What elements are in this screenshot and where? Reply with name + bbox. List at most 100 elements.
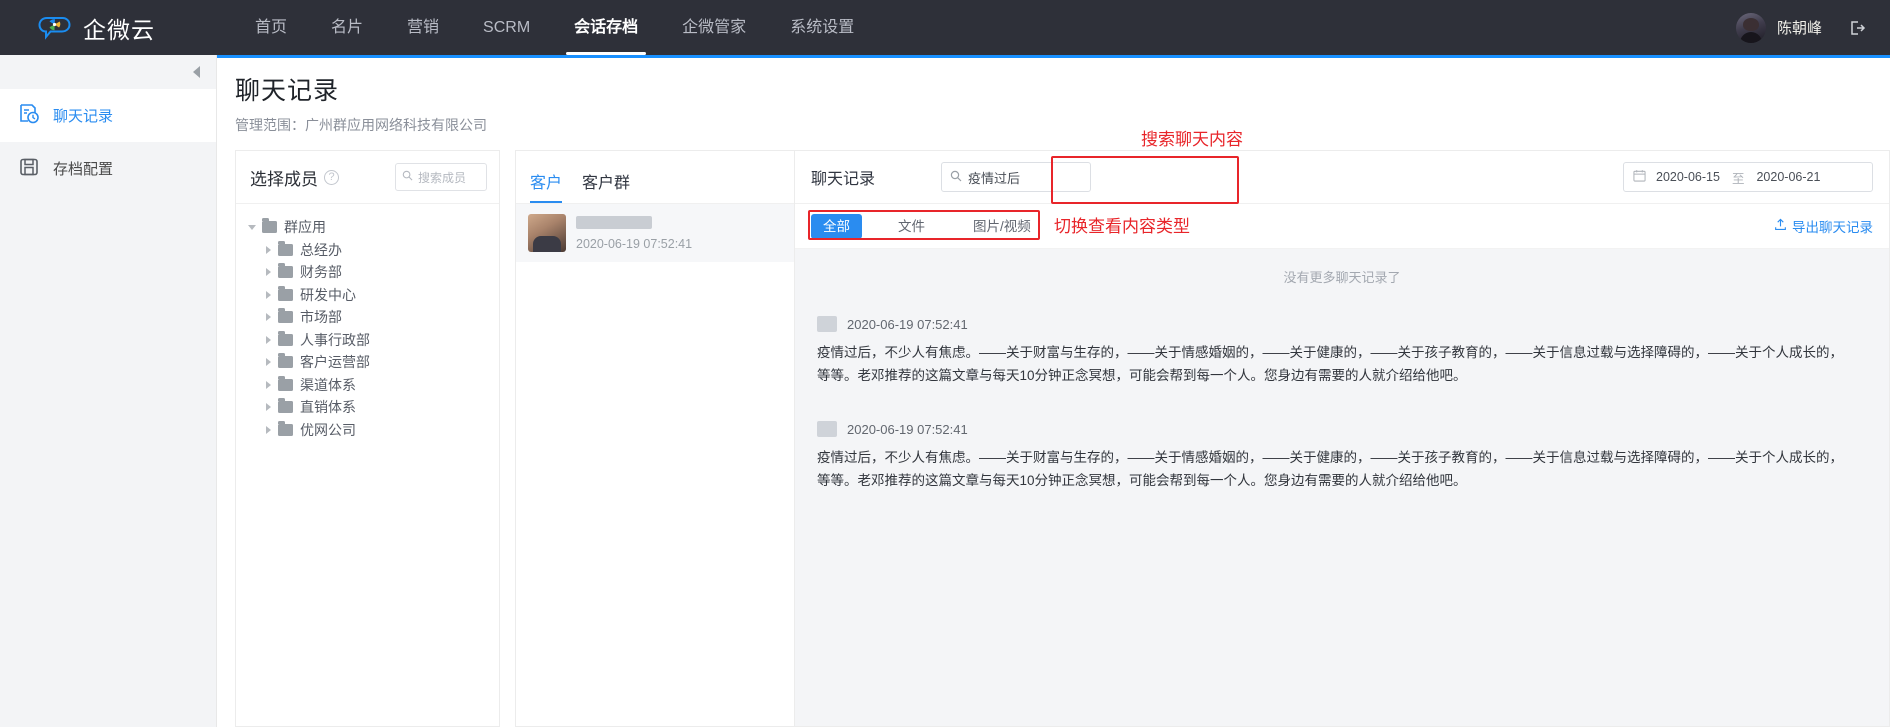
chevron-right-icon[interactable]: [262, 335, 274, 344]
chat-message-text: 疫情过后，不少人有焦虑。——关于财富与生存的，——关于情感婚姻的，——关于健康的…: [817, 450, 1843, 488]
nav-item-wecom-butler[interactable]: 企微管家: [660, 0, 768, 55]
chat-message-list[interactable]: 没有更多聊天记录了 2020-06-19 07:52:41 疫情过后，不少人有焦…: [795, 249, 1889, 726]
chevron-right-icon[interactable]: [262, 290, 274, 299]
filter-files[interactable]: 文件: [886, 214, 937, 239]
chat-message-time: 2020-06-19 07:52:41: [847, 421, 968, 437]
user-area: 陈朝峰: [1735, 0, 1866, 55]
list-item[interactable]: 2020-06-19 07:52:41: [516, 204, 794, 262]
chat-message-time: 2020-06-19 07:52:41: [847, 316, 968, 332]
folder-icon: [278, 308, 293, 323]
tab-customer[interactable]: 客户: [530, 169, 563, 203]
sidebar-collapse-button[interactable]: [0, 55, 216, 89]
chat-history-icon: [18, 103, 40, 129]
nav-item-scrm[interactable]: SCRM: [461, 0, 552, 55]
date-range-picker[interactable]: 2020-06-15 至 2020-06-21: [1623, 162, 1873, 192]
page-loading-bar: [217, 55, 1890, 58]
chat-message: 2020-06-19 07:52:41 疫情过后，不少人有焦虑。——关于财富与生…: [817, 316, 1867, 387]
export-chat-records-button[interactable]: 导出聊天记录: [1774, 216, 1873, 236]
tree-node-group-app[interactable]: 群应用: [246, 216, 499, 238]
member-search-input[interactable]: 搜索成员: [395, 163, 487, 191]
customer-panel-tabs: 客户 客户群: [516, 151, 794, 204]
folder-icon: [278, 375, 293, 391]
tree-node-label: 人事行政部: [300, 331, 370, 348]
nav-item-home[interactable]: 首页: [233, 0, 309, 55]
avatar[interactable]: [1735, 12, 1766, 43]
tree-node-label: 市场部: [300, 309, 342, 325]
customer-last-time: 2020-06-19 07:52:41: [576, 236, 693, 251]
tree-node-rd-center[interactable]: 研发中心: [246, 284, 499, 306]
member-search-placeholder: 搜索成员: [418, 170, 467, 185]
export-label: 导出聊天记录: [1792, 220, 1873, 235]
tree-node-direct-sales[interactable]: 直销体系: [246, 396, 499, 418]
sidebar-item-chat-history[interactable]: 聊天记录: [0, 89, 216, 142]
question-mark-icon[interactable]: ?: [324, 169, 339, 185]
save-archive-icon: [18, 156, 40, 182]
annotation-search-note: 搜索聊天内容: [1141, 130, 1243, 149]
folder-icon: [278, 263, 293, 278]
filter-images-videos[interactable]: 图片/视频: [961, 214, 1043, 239]
upload-export-icon: [1774, 218, 1787, 234]
top-navigation-bar: 企微云 首页 名片 营销 SCRM 会话存档 企微管家 系统设置 陈朝峰: [0, 0, 1890, 55]
chevron-right-icon[interactable]: [262, 380, 274, 389]
brand-name: 企微云: [83, 16, 155, 43]
tree-node-marketing-dept[interactable]: 市场部: [246, 306, 499, 328]
annotation-filter-note: 切换查看内容类型: [1054, 217, 1190, 236]
tree-node-label: 研发中心: [300, 286, 356, 303]
app-root: 企微云 首页 名片 营销 SCRM 会话存档 企微管家 系统设置 陈朝峰 聊天记…: [0, 0, 1890, 727]
folder-icon: [278, 240, 293, 256]
filter-all[interactable]: 全部: [811, 213, 862, 239]
chat-message-header: 2020-06-19 07:52:41: [817, 316, 1867, 332]
chevron-right-icon[interactable]: [262, 403, 274, 411]
chevron-right-icon[interactable]: [262, 425, 274, 434]
folder-icon: [262, 218, 277, 233]
date-separator: 至: [1731, 171, 1745, 186]
collapse-left-icon: [193, 66, 200, 78]
folder-icon: [278, 330, 293, 346]
calendar-icon: [1633, 169, 1646, 185]
tree-node-hr-admin[interactable]: 人事行政部: [246, 329, 499, 351]
page-title: 聊天记录: [235, 77, 340, 105]
chat-filter-bar: 全部 文件 图片/视频 导出聊天记录: [795, 204, 1889, 249]
nav-item-marketing[interactable]: 营销: [385, 0, 461, 55]
sidebar-item-label: 存档配置: [53, 161, 114, 178]
content-area: 聊天记录 管理范围：广州群应用网络科技有限公司 选择成员 ? 搜索成员 群应用 …: [217, 55, 1890, 727]
members-panel-header: 选择成员 ? 搜索成员: [236, 151, 499, 204]
chat-panel-title: 聊天记录: [811, 171, 876, 188]
left-sidebar: 聊天记录 存档配置: [0, 55, 217, 727]
date-start-value: 2020-06-15: [1656, 170, 1720, 184]
chevron-right-icon[interactable]: [262, 245, 274, 254]
nav-item-business-card[interactable]: 名片: [309, 0, 385, 55]
tree-node-youwang-company[interactable]: 优网公司: [246, 419, 499, 441]
chevron-right-icon[interactable]: [262, 358, 274, 366]
nav-item-system-settings[interactable]: 系统设置: [768, 0, 876, 55]
nav-item-session-archive[interactable]: 会话存档: [552, 0, 660, 55]
chevron-right-icon[interactable]: [262, 313, 274, 321]
members-panel-title: 选择成员: [250, 169, 318, 189]
search-icon: [402, 170, 413, 184]
tree-node-label: 群应用: [284, 219, 326, 235]
folder-icon: [278, 353, 293, 368]
avatar: [817, 421, 837, 437]
tree-node-general-office[interactable]: 总经办: [246, 239, 499, 261]
tree-node-finance[interactable]: 财务部: [246, 261, 499, 283]
tab-customer-group[interactable]: 客户群: [582, 169, 630, 203]
chevron-right-icon[interactable]: [262, 268, 274, 276]
tree-node-channel-system[interactable]: 渠道体系: [246, 374, 499, 396]
chat-message-header: 2020-06-19 07:52:41: [817, 421, 1867, 437]
chat-search-value: 疫情过后: [968, 170, 1021, 186]
logout-icon[interactable]: [1848, 19, 1866, 37]
tree-node-label: 总经办: [300, 241, 342, 258]
search-icon: [950, 170, 962, 185]
chat-search-input[interactable]: 疫情过后: [941, 162, 1092, 192]
sidebar-item-archive-config[interactable]: 存档配置: [0, 142, 216, 195]
main-nav: 首页 名片 营销 SCRM 会话存档 企微管家 系统设置: [233, 0, 876, 55]
page-subtitle-value: 广州群应用网络科技有限公司: [305, 117, 487, 133]
chevron-down-icon[interactable]: [246, 224, 258, 230]
chat-message: 2020-06-19 07:52:41 疫情过后，不少人有焦虑。——关于财富与生…: [817, 421, 1867, 492]
page-subtitle-label: 管理范围：: [235, 117, 305, 133]
tree-node-label: 直销体系: [300, 399, 356, 415]
chat-message-text: 疫情过后，不少人有焦虑。——关于财富与生存的，——关于情感婚姻的，——关于健康的…: [817, 345, 1843, 383]
tree-node-customer-ops[interactable]: 客户运营部: [246, 351, 499, 373]
cloud-pinwheel-logo-icon: [38, 11, 72, 45]
brand[interactable]: 企微云: [38, 11, 155, 45]
